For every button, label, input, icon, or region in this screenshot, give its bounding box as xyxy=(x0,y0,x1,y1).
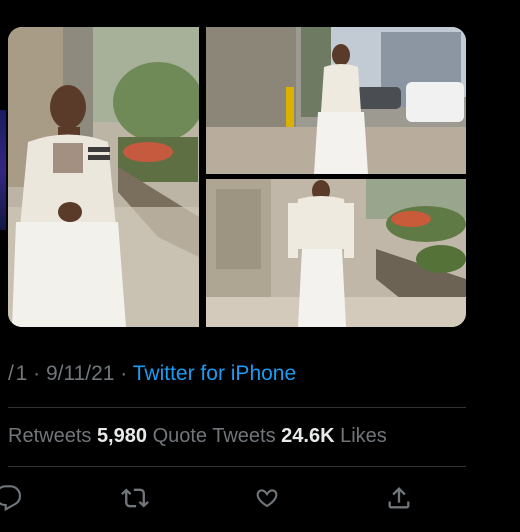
share-icon xyxy=(388,487,410,509)
retweet-button[interactable] xyxy=(121,484,149,512)
divider-bottom xyxy=(8,466,466,467)
tweet-time-fragment[interactable]: / 1 · xyxy=(8,362,46,385)
left-edge-decoration xyxy=(0,110,6,230)
photo-bottom-right-image xyxy=(206,179,466,327)
photo-top-right[interactable] xyxy=(206,27,466,174)
likes-count[interactable]: 24.6K xyxy=(281,425,334,447)
quote-tweets-label[interactable]: Quote Tweets xyxy=(153,425,276,447)
like-icon xyxy=(256,489,278,508)
share-button[interactable] xyxy=(385,484,413,512)
photo-bottom-right[interactable] xyxy=(206,179,466,327)
tweet-meta: / 1 · 9/11/21 · Twitter for iPhone xyxy=(8,362,296,386)
photo-left[interactable] xyxy=(8,27,199,327)
retweets-label[interactable]: Retweets xyxy=(8,425,91,447)
photo-left-image xyxy=(8,27,199,327)
tweet-date[interactable]: 9/11/21 xyxy=(46,362,115,385)
divider-top xyxy=(8,407,466,408)
reply-icon xyxy=(0,485,22,512)
tweet-media-grid xyxy=(8,27,466,327)
tweet-stats: Retweets 5,980 Quote Tweets 24.6K Likes xyxy=(8,425,387,448)
reply-button[interactable] xyxy=(0,484,22,512)
retweet-icon xyxy=(121,488,149,508)
likes-label[interactable]: Likes xyxy=(340,425,387,447)
tweet-source-link[interactable]: Twitter for iPhone xyxy=(133,362,296,385)
meta-separator: · xyxy=(114,362,133,385)
tweet-actions xyxy=(0,480,520,516)
quote-tweets-count[interactable]: 5,980 xyxy=(97,425,147,447)
photo-top-right-image xyxy=(206,27,466,174)
like-button[interactable] xyxy=(253,484,281,512)
